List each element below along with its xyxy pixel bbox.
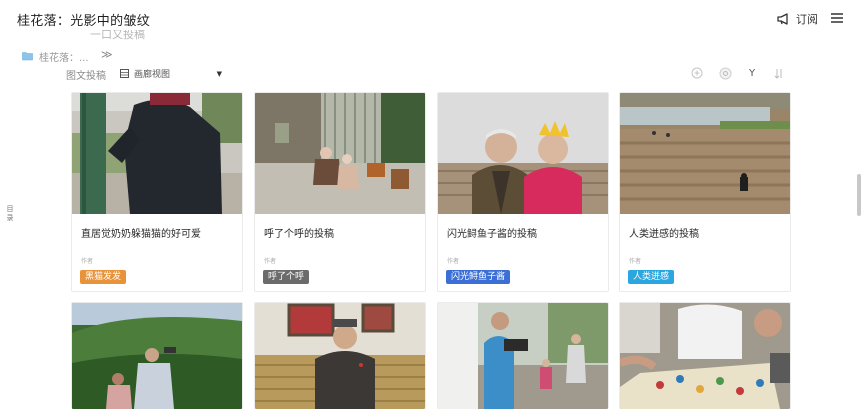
breadcrumb[interactable]: 桂花落：...	[22, 48, 89, 64]
card-thumbnail	[72, 303, 242, 409]
card-thumbnail	[72, 93, 242, 214]
scrollbar-thumb[interactable]	[857, 174, 861, 216]
breadcrumb-item: 桂花落：...	[39, 52, 89, 64]
view-label: 图文投稿	[66, 71, 106, 82]
card-thumbnail	[255, 303, 425, 409]
author-tag: 呼了个呼	[263, 270, 310, 284]
author-tag: 人类迸感	[628, 270, 675, 284]
filter-icon[interactable]: Y	[745, 66, 759, 80]
add-circle-icon[interactable]	[690, 66, 704, 80]
gallery-card[interactable]	[71, 302, 243, 409]
view-select[interactable]: 画廊视图 ▼	[120, 66, 228, 81]
gallery-card[interactable]: 呼了个呼的投稿 作者 呼了个呼	[254, 92, 426, 292]
folder-icon	[22, 52, 33, 61]
subscribe-label: 订阅	[796, 13, 818, 26]
page-title: 桂花落：光影中的皱纹	[17, 14, 151, 29]
card-title: 呼了个呼的投稿	[264, 229, 334, 240]
gallery-card[interactable]: 闪光鲟鱼子酱的投稿 作者 闪光鲟鱼子酱	[437, 92, 609, 292]
menu-icon[interactable]	[829, 10, 845, 26]
megaphone-icon	[777, 13, 788, 25]
author-field-label: 作者	[264, 258, 277, 265]
sort-icon[interactable]	[772, 66, 786, 80]
author-field-label: 作者	[629, 258, 642, 265]
card-title: 闪光鲟鱼子酱的投稿	[447, 229, 537, 240]
card-thumbnail	[438, 303, 608, 409]
card-thumbnail	[255, 93, 425, 214]
author-tag: 黑猫发发	[80, 270, 127, 284]
gallery-card[interactable]: 人类迸感的投稿 作者 人类迸感	[619, 92, 791, 292]
card-title: 直居觉奶奶躲猫猫的好可爱	[81, 229, 201, 240]
toc-tab[interactable]: 目录	[5, 205, 15, 223]
chevron-down-icon: ▼	[216, 70, 222, 78]
gallery-card[interactable]	[619, 302, 791, 409]
expand-icon[interactable]: ≫	[101, 48, 113, 61]
settings-circle-icon[interactable]	[718, 66, 732, 80]
card-title: 人类迸感的投稿	[629, 229, 699, 240]
view-toolbar: 图文投稿 画廊视图 ▼ Y	[66, 66, 790, 82]
gallery-icon	[120, 69, 129, 78]
subscribe-button[interactable]: 订阅	[777, 10, 818, 28]
author-field-label: 作者	[81, 258, 94, 265]
gallery-card[interactable]	[254, 302, 426, 409]
partial-heading: 一口又投稿	[90, 30, 145, 40]
gallery-card[interactable]	[437, 302, 609, 409]
gallery-card[interactable]: 直居觉奶奶躲猫猫的好可爱 作者 黑猫发发	[71, 92, 243, 292]
card-thumbnail	[620, 93, 790, 214]
author-tag: 闪光鲟鱼子酱	[446, 270, 511, 284]
view-select-value: 画廊视图	[134, 70, 171, 80]
card-thumbnail	[620, 303, 790, 409]
author-field-label: 作者	[447, 258, 460, 265]
card-thumbnail	[438, 93, 608, 214]
